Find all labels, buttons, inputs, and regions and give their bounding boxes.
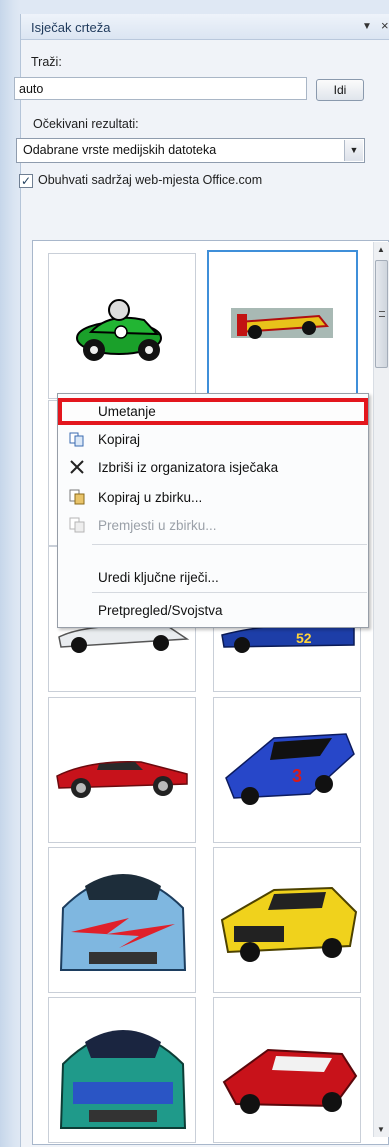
menu-item-insert-label: Umetanje xyxy=(98,404,156,419)
include-office-com-checkbox[interactable]: ✓ xyxy=(19,174,33,188)
pane-header: Isječak crteža ▼ × xyxy=(21,14,389,40)
menu-item-edit-keywords-label: Uredi ključne riječi... xyxy=(98,570,219,585)
menu-item-copy[interactable]: Kopiraj xyxy=(58,426,368,453)
svg-text:52: 52 xyxy=(296,630,312,646)
menu-item-move-to-collection[interactable]: Premjesti u zbirku... xyxy=(58,512,368,539)
blue-lightning-car-front-icon xyxy=(59,874,187,971)
copy-icon xyxy=(69,432,84,447)
menu-separator xyxy=(92,592,367,593)
menu-item-preview-properties[interactable]: Pretpregled/Svojstva xyxy=(58,597,368,624)
clip-green-blue-race-car-front[interactable] xyxy=(48,997,196,1143)
results-scrollbar[interactable]: ▲ ▼ xyxy=(373,242,389,1137)
svg-text:3: 3 xyxy=(292,766,302,786)
include-office-com-label: Obuhvati sadržaj web-mjesta Office.com xyxy=(38,173,263,187)
close-icon[interactable]: × xyxy=(381,18,389,33)
clip-blue-nascar[interactable]: 3 xyxy=(213,697,361,843)
yellow-muscle-car-icon xyxy=(220,886,358,962)
clip-red-sports-car-rear[interactable] xyxy=(213,997,361,1143)
copy-to-collection-icon xyxy=(69,489,85,505)
menu-item-delete[interactable]: Izbriši iz organizatora isječaka xyxy=(58,454,368,481)
chevron-down-icon[interactable]: ▼ xyxy=(362,21,372,32)
media-type-value: Odabrane vrste medijskih datoteka xyxy=(23,143,217,157)
go-button[interactable]: Idi xyxy=(316,79,364,101)
grip-icon xyxy=(379,311,385,317)
menu-item-insert[interactable]: Umetanje xyxy=(58,398,368,425)
red-sports-car-rear-icon xyxy=(222,1048,358,1114)
delete-x-icon xyxy=(70,460,84,474)
scroll-down-icon[interactable]: ▼ xyxy=(377,1125,385,1134)
clip-blue-lightning-car-front[interactable] xyxy=(48,847,196,993)
results-label: Očekivani rezultati: xyxy=(33,117,139,131)
search-label: Traži: xyxy=(31,55,62,69)
blue-nascar-icon: 3 xyxy=(225,733,355,805)
green-blue-race-car-front-icon xyxy=(59,1030,187,1129)
menu-item-copy-to-collection-label: Kopiraj u zbirku... xyxy=(98,490,203,505)
menu-item-preview-properties-label: Pretpregled/Svojstva xyxy=(98,603,223,618)
menu-item-copy-to-collection[interactable]: Kopiraj u zbirku... xyxy=(58,484,368,511)
menu-item-copy-label: Kopiraj xyxy=(98,432,141,447)
pane-title: Isječak crteža xyxy=(31,20,111,35)
scroll-thumb[interactable] xyxy=(375,260,388,368)
scroll-up-icon[interactable]: ▲ xyxy=(377,245,385,254)
chevron-down-icon[interactable]: ▼ xyxy=(344,140,363,161)
clip-green-cartoon-car[interactable] xyxy=(48,253,196,399)
menu-item-move-to-collection-label: Premjesti u zbirku... xyxy=(98,518,217,533)
menu-item-delete-label: Izbriši iz organizatora isječaka xyxy=(98,460,279,475)
search-input[interactable] xyxy=(14,77,307,100)
menu-separator xyxy=(92,544,367,545)
clip-red-sports-car[interactable] xyxy=(48,697,196,843)
media-type-select[interactable]: Odabrane vrste medijskih datoteka ▼ xyxy=(16,138,365,163)
formula-race-car-icon xyxy=(231,308,333,339)
menu-item-edit-keywords[interactable]: Uredi ključne riječi... xyxy=(58,564,368,591)
context-menu: Umetanje Kopiraj Izbriši iz organizatora… xyxy=(57,393,369,628)
green-cartoon-car-icon xyxy=(76,299,162,361)
red-sports-car-icon xyxy=(56,761,188,798)
clip-yellow-muscle-car[interactable] xyxy=(213,847,361,993)
move-to-collection-icon xyxy=(69,517,85,533)
